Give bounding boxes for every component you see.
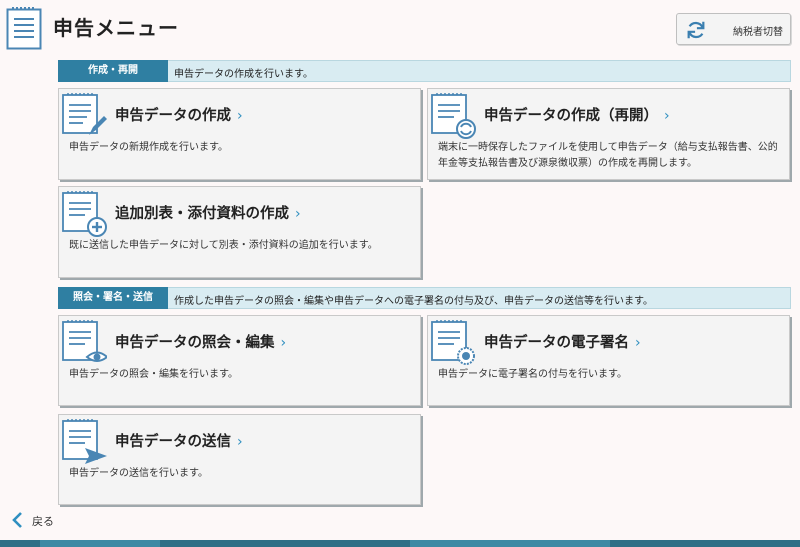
chevron-right-icon: › [664,108,670,124]
section-tag: 作成・再開 [58,60,168,82]
chevron-right-icon: › [295,206,301,222]
document-refresh-icon [431,93,476,139]
header: 申告メニュー 納税者切替 [0,0,800,52]
chevron-right-icon: › [237,108,243,124]
switch-taxpayer-label: 納税者切替 [733,27,783,38]
document-plus-icon [62,191,107,237]
card-description: 申告データの送信を行います。 [69,468,208,479]
document-send-icon [62,419,107,464]
card-view-edit[interactable]: 申告データの照会・編集 › 申告データの照会・編集を行います。 [58,315,421,406]
card-digital-signature[interactable]: 申告データの電子署名 › 申告データに電子署名の付与を行います。 [427,315,790,406]
document-pencil-icon [62,93,107,135]
card-description: 既に送信した申告データに対して別表・添付資料の追加を行います。 [69,240,378,251]
bottom-bar [0,540,800,547]
card-additional-attachments[interactable]: 追加別表・添付資料の作成 › 既に送信した申告データに対して別表・添付資料の追加を… [58,186,421,278]
card-title: 申告データの作成（再開） › [484,108,670,124]
back-label: 戻る [32,515,54,528]
card-description: 申告データの照会・編集を行います。 [69,369,238,380]
section-view-sign-send: 照会・署名・送信 作成した申告データの照会・編集や申告データへの電子署名の付与及… [58,287,791,309]
card-create[interactable]: 申告データの作成 › 申告データの新規作成を行います。 [58,88,421,180]
card-description: 端末に一時保存したファイルを使用して申告データ（給与支払報告書、公的年金等支払報… [438,142,778,169]
card-title: 追加別表・添付資料の作成 › [115,206,301,222]
chevron-right-icon: › [635,335,641,351]
document-seal-icon [431,320,475,365]
page-title: 申告メニュー [53,16,179,40]
card-title: 申告データの送信 › [115,434,243,450]
switch-taxpayer-button[interactable]: 納税者切替 [676,13,791,45]
card-title: 申告データの照会・編集 › [115,335,287,351]
section-description: 申告データの作成を行います。 [174,69,313,80]
card-title: 申告データの電子署名 › [484,335,641,351]
card-send[interactable]: 申告データの送信 › 申告データの送信を行います。 [58,414,421,505]
card-description: 申告データに電子署名の付与を行います。 [438,369,627,380]
chevron-right-icon: › [237,434,243,450]
card-description: 申告データの新規作成を行います。 [69,142,228,153]
refresh-icon [687,21,705,39]
card-title: 申告データの作成 › [115,108,243,124]
section-create-resume: 作成・再開 申告データの作成を行います。 [58,60,791,82]
chevron-right-icon: › [280,335,287,351]
section-tag: 照会・署名・送信 [58,287,168,309]
document-menu-icon [6,7,42,50]
document-eye-icon [62,320,107,362]
section-description: 作成した申告データの照会・編集や申告データへの電子署名の付与及び、申告データの送… [174,296,653,307]
chevron-left-icon [12,512,22,528]
card-resume[interactable]: 申告データの作成（再開） › 端末に一時保存したファイルを使用して申告データ（給与… [427,88,790,180]
